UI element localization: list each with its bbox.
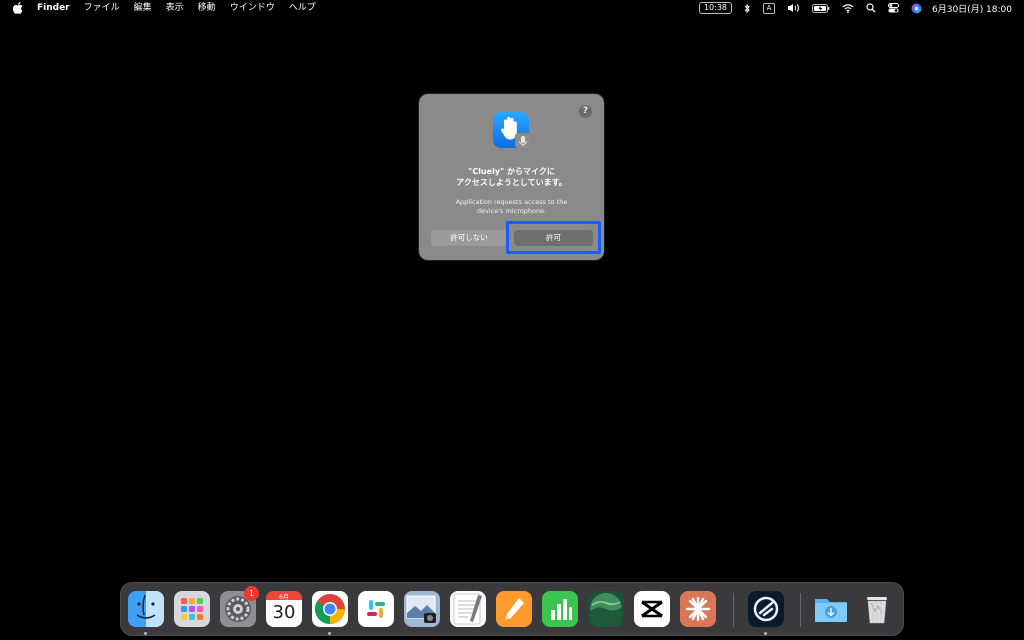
dock-macos-installer-icon[interactable] [588,591,624,631]
menu-app-finder[interactable]: Finder [37,0,70,16]
dialog-title-line: アクセスしようとしています。 [456,178,567,187]
dialog-message-line: device's microphone. [476,207,547,215]
notification-badge: 1 [244,586,259,601]
dock-app-icon[interactable] [748,591,784,627]
menu-window[interactable]: ウインドウ [230,0,275,16]
dock-capcut-icon[interactable] [634,591,670,627]
dock-downloads-folder-icon[interactable] [813,591,849,627]
spotlight-search-icon[interactable] [866,0,876,16]
calendar-day: 30 [272,602,296,623]
microphone-permission-dialog: ? "Cluely" からマイクに アクセスしようとしています。 Applica… [419,94,604,260]
menu-go[interactable]: 移動 [198,0,216,16]
allow-button[interactable]: 許可 [514,230,593,246]
dock-claude-icon[interactable] [680,591,716,627]
dock-preview-icon[interactable] [404,591,440,627]
dock-launchpad-icon[interactable] [174,591,210,627]
dock-trash-icon[interactable] [859,591,895,627]
app-icon [493,112,532,150]
bluetooth-icon[interactable] [744,0,751,16]
apple-menu-icon[interactable] [13,2,23,14]
dialog-title-line: "Cluely" からマイクに [468,167,555,176]
dialog-message: Application requests access to the devic… [419,198,604,216]
menu-help[interactable]: ヘルプ [289,0,316,16]
dialog-title: "Cluely" からマイクに アクセスしようとしています。 [419,166,604,188]
battery-icon[interactable] [812,0,830,16]
dock-textedit-icon[interactable] [450,591,486,627]
control-center-icon[interactable] [888,0,899,16]
dock-calendar-icon[interactable]: 6月 30 [266,591,302,627]
menu-view[interactable]: 表示 [166,0,184,16]
menu-bar-status: 10:38 A 6月30日(月) 18:00 [687,0,1012,16]
menu-bar-left: Finder ファイル 編集 表示 移動 ウインドウ ヘルプ [0,0,330,16]
dock-slack-icon[interactable] [358,591,394,627]
dock-finder-icon[interactable] [128,591,164,627]
help-button[interactable]: ? [579,105,592,118]
menu-bar: Finder ファイル 編集 表示 移動 ウインドウ ヘルプ 10:38 A 6… [0,0,1024,16]
dock-numbers-icon[interactable] [542,591,578,627]
siri-icon[interactable] [911,0,922,16]
dialog-message-line: Application requests access to the [455,198,568,206]
input-source-label: A [763,2,775,14]
dock-separator [800,593,801,627]
dock-chrome-icon[interactable] [312,591,348,627]
running-indicator [328,632,331,635]
menu-edit[interactable]: 編集 [134,0,152,16]
dock: 1 6月 30 [120,582,904,636]
desktop: Finder ファイル 編集 表示 移動 ウインドウ ヘルプ 10:38 A 6… [0,0,1024,640]
calendar-month: 6月 [279,594,289,601]
volume-icon[interactable] [787,0,800,16]
dock-pages-icon[interactable] [496,591,532,627]
menu-file[interactable]: ファイル [84,0,120,16]
input-source-indicator[interactable]: A [763,0,775,16]
wifi-icon[interactable] [842,0,854,16]
screen-time-indicator[interactable]: 10:38 [698,0,732,16]
deny-button[interactable]: 許可しない [431,230,507,246]
running-indicator [764,632,767,635]
dock-separator [733,593,734,627]
running-indicator [144,632,147,635]
menu-clock[interactable]: 6月30日(月) 18:00 [932,2,1012,15]
screen-time-label: 10:38 [698,2,732,14]
